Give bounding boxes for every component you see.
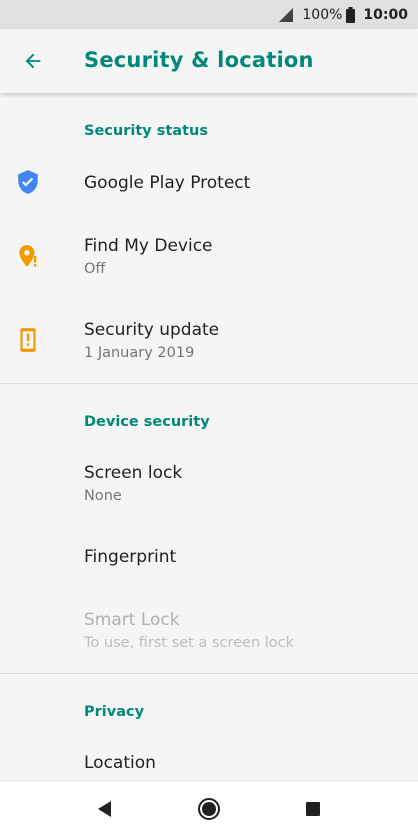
settings-item-title: Fingerprint xyxy=(84,547,177,567)
battery-icon xyxy=(346,6,356,23)
section-header-security-status: Security status xyxy=(84,123,208,139)
settings-item-summary: None xyxy=(84,488,122,504)
clock: 10:00 xyxy=(363,6,408,23)
signal-icon xyxy=(279,7,294,22)
settings-item-title: Screen lock xyxy=(84,463,183,483)
nav-back-button[interactable] xyxy=(93,797,117,821)
page-title: Security & location xyxy=(84,48,314,72)
settings-item-title: Security update xyxy=(84,320,220,340)
status-bar: 100% 10:00 xyxy=(0,0,418,29)
back-button[interactable] xyxy=(17,45,49,77)
location-alert-icon xyxy=(15,243,41,269)
nav-back-icon xyxy=(98,801,111,817)
section-divider xyxy=(0,673,418,674)
section-divider xyxy=(0,383,418,384)
settings-item-title: Smart Lock xyxy=(84,610,180,630)
settings-item-screen-lock[interactable]: Screen lock None xyxy=(0,453,418,523)
phone-alert-icon xyxy=(15,327,41,353)
settings-item-title: Location xyxy=(84,753,156,773)
settings-item-fingerprint[interactable]: Fingerprint xyxy=(0,533,418,593)
settings-item-security-update[interactable]: Security update 1 January 2019 xyxy=(0,309,418,379)
section-header-device-security: Device security xyxy=(84,414,210,430)
settings-item-summary: To use, first set a screen lock xyxy=(84,635,295,651)
settings-item-location[interactable]: Location xyxy=(0,741,418,780)
settings-item-title: Find My Device xyxy=(84,236,213,256)
settings-item-find-my-device[interactable]: Find My Device Off xyxy=(0,225,418,295)
nav-home-icon xyxy=(198,798,220,820)
arrow-back-icon xyxy=(25,53,41,69)
settings-item-title: Google Play Protect xyxy=(84,173,251,193)
shield-check-icon xyxy=(15,169,41,195)
nav-recents-icon xyxy=(306,802,320,816)
settings-item-summary: 1 January 2019 xyxy=(84,345,195,361)
navigation-bar xyxy=(0,780,418,836)
settings-item-summary: Off xyxy=(84,261,106,277)
nav-home-button[interactable] xyxy=(197,797,221,821)
settings-item-google-play-protect[interactable]: Google Play Protect xyxy=(0,153,418,215)
nav-recents-button[interactable] xyxy=(301,797,325,821)
settings-list[interactable]: Security status Google Play Protect Find… xyxy=(0,93,418,780)
section-header-privacy: Privacy xyxy=(84,704,145,720)
settings-item-smart-lock: Smart Lock To use, first set a screen lo… xyxy=(0,601,418,671)
battery-percent: 100% xyxy=(302,6,343,23)
app-bar: Security & location xyxy=(0,29,418,93)
